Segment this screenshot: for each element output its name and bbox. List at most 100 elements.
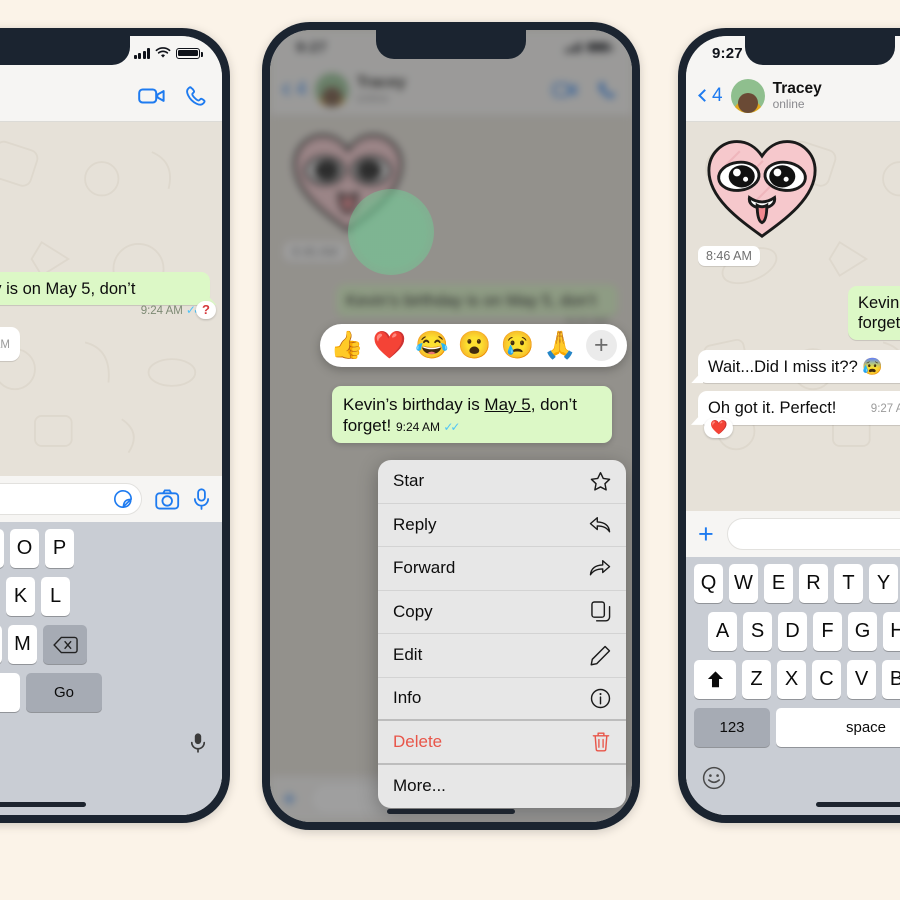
context-menu-item-info[interactable]: Info <box>378 678 626 721</box>
space-key[interactable]: space <box>0 673 20 712</box>
context-menu-item-reply[interactable]: Reply <box>378 504 626 547</box>
emoji-icon[interactable] <box>702 766 726 790</box>
phone-notch <box>376 30 526 59</box>
microphone-icon[interactable] <box>190 732 206 754</box>
camera-icon[interactable] <box>155 489 180 510</box>
key-W[interactable]: W <box>729 564 758 603</box>
message-bubble-outgoing[interactable]: Kevin’s birthday don’t forget! <box>848 286 900 340</box>
context-menu-item-more[interactable]: More... <box>378 765 626 809</box>
backspace-glyph-icon <box>52 636 78 653</box>
emoji-joy[interactable]: 😂 <box>415 332 449 359</box>
key-H[interactable]: H <box>883 612 900 651</box>
key-G[interactable]: G <box>848 612 877 651</box>
emoji-thumbs-up[interactable]: 👍 <box>330 332 364 359</box>
key-R[interactable]: R <box>799 564 828 603</box>
key-O[interactable]: O <box>10 529 39 568</box>
message-context-menu: Star Reply Forward Copy Edit Info Delete… <box>378 460 626 808</box>
chat-header: 4 Tracey online <box>686 70 900 122</box>
info-icon <box>590 688 611 708</box>
phone-left-screen: y <box>0 36 222 815</box>
message-text: Kevin’s birthday don’t forget! <box>858 294 900 333</box>
key-Y[interactable]: Y <box>869 564 898 603</box>
contact-info[interactable]: Tracey online <box>773 80 822 112</box>
numbers-key[interactable]: 123 <box>694 708 770 747</box>
keyboard-row-4: space Go <box>0 673 222 712</box>
message-bubble-incoming[interactable]: Oh got it. Perfect! 9:27 AM ❤️ <box>698 391 900 438</box>
key-P[interactable]: P <box>45 529 74 568</box>
key-T[interactable]: T <box>834 564 863 603</box>
key-Q[interactable]: Q <box>694 564 723 603</box>
context-menu-label: Delete <box>393 731 443 751</box>
phone-middle-screen: 9:27 4 Tracey online <box>270 30 632 822</box>
message-reaction[interactable]: ❤️ <box>704 418 734 438</box>
shift-arrow-icon <box>707 671 723 688</box>
keyboard-row-1: Q W E R T Y <box>694 564 900 603</box>
on-screen-keyboard: T Y U I O P F G H J K L C V <box>0 522 222 815</box>
message-text-underlined: May 5 <box>484 395 531 414</box>
go-key[interactable]: Go <box>26 673 102 712</box>
emoji-cry[interactable]: 😢 <box>501 332 535 359</box>
context-menu-item-delete[interactable]: Delete <box>378 721 626 765</box>
key-V[interactable]: V <box>847 660 876 699</box>
key-Z[interactable]: Z <box>742 660 771 699</box>
phone-right-screen: 9:27 4 Tracey online 8:46 AM Kevin forge… <box>686 36 900 815</box>
status-icons <box>133 47 203 59</box>
key-S[interactable]: S <box>743 612 772 651</box>
emoji-open-mouth[interactable]: 😮 <box>458 332 492 359</box>
key-L[interactable]: L <box>41 577 70 616</box>
unread-count: 4 <box>712 84 723 106</box>
key-E[interactable]: E <box>764 564 793 603</box>
message-bubble-incoming[interactable]: Wait...Did I miss it?? 😰 9:2 <box>698 349 900 384</box>
message-meta: 9:24 AM ✓✓ <box>395 420 461 435</box>
keyboard-row-2: F G H J K L <box>0 577 222 616</box>
backspace-icon[interactable] <box>43 625 87 664</box>
message-list: irthday is on May 5, don’t 9:24 AM ✓✓ ? … <box>0 122 222 379</box>
key-A[interactable]: A <box>708 612 737 651</box>
emoji-pray[interactable]: 🙏 <box>543 332 577 359</box>
back-button[interactable]: 4 <box>698 84 723 107</box>
message-reaction[interactable]: ? <box>196 301 216 320</box>
shift-icon[interactable] <box>694 660 736 699</box>
message-input-field[interactable] <box>0 483 142 515</box>
context-menu-label: Star <box>393 471 425 491</box>
key-B[interactable]: B <box>882 660 900 699</box>
context-menu-item-edit[interactable]: Edit <box>378 634 626 678</box>
focused-message-bubble[interactable]: Kevin’s birthday is May 5, don’t forget!… <box>332 386 612 443</box>
battery-icon <box>176 47 203 59</box>
plus-icon[interactable]: + <box>698 520 714 548</box>
message-meta: 9:27 AM <box>871 402 900 416</box>
star-icon <box>590 471 611 491</box>
context-menu-item-forward[interactable]: Forward <box>378 547 626 591</box>
plus-icon[interactable]: + <box>585 330 617 361</box>
context-menu-label: More... <box>393 776 446 796</box>
key-C[interactable]: C <box>812 660 841 699</box>
emoji-red-heart[interactable]: ❤️ <box>373 332 407 359</box>
message-input-bar: + <box>686 511 900 557</box>
message-input-field[interactable] <box>726 518 900 550</box>
chat-header: y <box>0 70 222 122</box>
avatar[interactable] <box>730 78 765 113</box>
voice-call-icon[interactable] <box>184 84 208 108</box>
pencil-icon <box>590 645 611 666</box>
video-call-icon[interactable] <box>138 86 166 106</box>
key-K[interactable]: K <box>6 577 35 616</box>
keyboard-row-2: A S D F G H <box>708 612 900 651</box>
context-menu-item-star[interactable]: Star <box>378 460 626 504</box>
key-I[interactable]: I <box>0 529 4 568</box>
key-F[interactable]: F <box>813 612 842 651</box>
message-time: 9:27 AM <box>870 403 900 416</box>
message-bubble-outgoing[interactable]: irthday is on May 5, don’t 9:24 AM ✓✓ ? <box>0 272 216 320</box>
microphone-icon[interactable] <box>193 487 210 511</box>
sticker-timestamp: 8:46 AM <box>698 246 760 266</box>
context-menu-item-copy[interactable]: Copy <box>378 591 626 634</box>
heart-face-sticker[interactable] <box>698 130 826 242</box>
key-M[interactable]: M <box>8 625 37 664</box>
space-key[interactable]: space <box>776 708 900 747</box>
message-bubble-incoming[interactable]: it?? 😰 9:25 AM <box>0 327 20 361</box>
home-indicator <box>0 802 86 807</box>
key-D[interactable]: D <box>778 612 807 651</box>
message-time: 9:24 AM <box>395 420 440 435</box>
key-X[interactable]: X <box>777 660 806 699</box>
sticker-icon[interactable] <box>113 489 133 509</box>
key-N[interactable]: N <box>0 625 2 664</box>
